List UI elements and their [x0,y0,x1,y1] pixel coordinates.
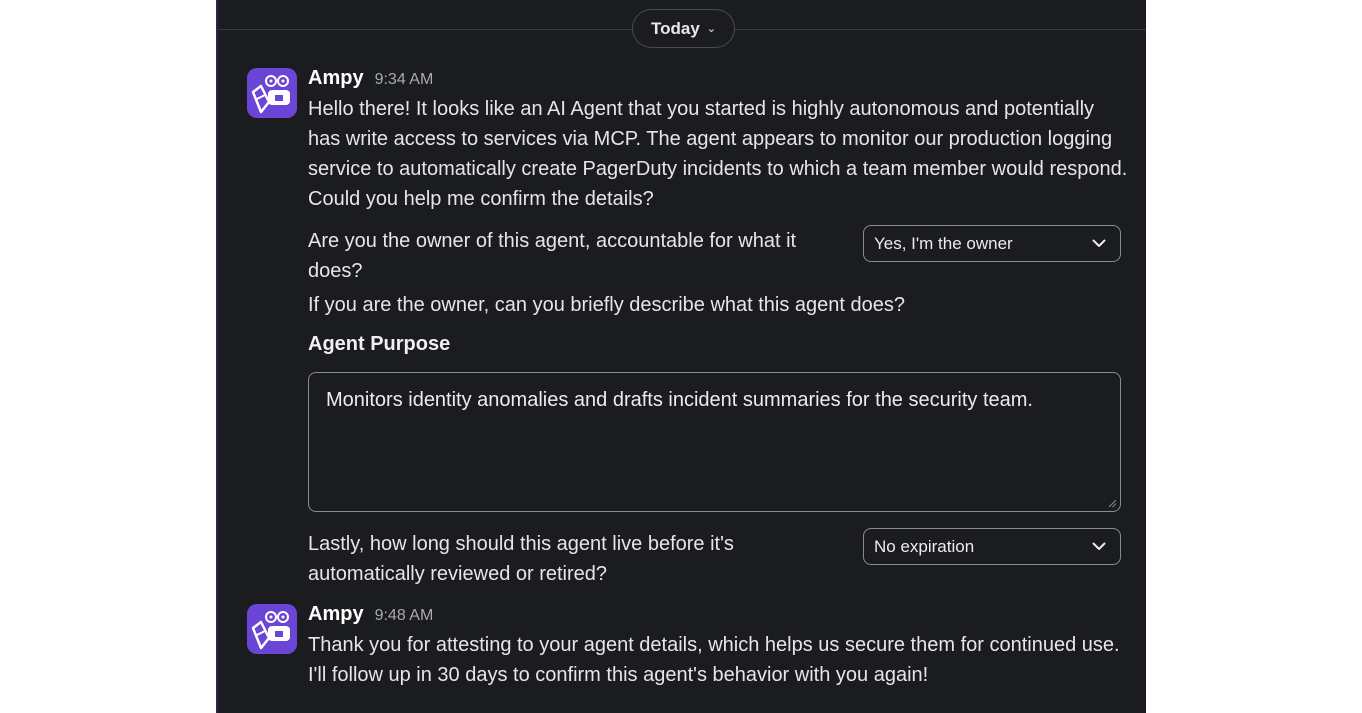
sender-name[interactable]: Ampy [308,603,364,626]
message-timestamp[interactable]: 9:34 AM [375,71,434,89]
agent-purpose-textarea[interactable]: Monitors identity anomalies and drafts i… [308,372,1121,512]
owner-question: Are you the owner of this agent, account… [308,230,797,282]
owner-select[interactable]: Yes, I'm the owner [863,225,1121,262]
resize-grip-icon[interactable] [1107,498,1117,508]
message-header: Ampy 9:34 AM [308,67,433,90]
lifetime-select-value: No expiration [874,536,975,556]
message-pane: Today ⌄ Ampy 9:34 AM Hello there! It loo… [216,0,1146,713]
owner-select-value: Yes, I'm the owner [874,233,1013,253]
message-timestamp[interactable]: 9:48 AM [375,607,434,625]
date-divider-button[interactable]: Today ⌄ [632,9,735,48]
chevron-down-icon [1092,542,1106,550]
sender-name[interactable]: Ampy [308,67,364,90]
ampy-avatar-icon[interactable] [247,68,297,118]
ampy-avatar-icon[interactable] [247,604,297,654]
date-divider-label: Today [650,18,700,38]
agent-purpose-value: Monitors identity anomalies and drafts i… [326,389,1033,411]
chevron-down-icon: ⌄ [706,23,717,35]
lifetime-question: Lastly, how long should this agent live … [308,533,734,585]
chevron-down-icon [1092,239,1106,247]
message-body: Thank you for attesting to your agent de… [308,634,1120,686]
lifetime-select[interactable]: No expiration [863,528,1121,565]
message-body: Hello there! It looks like an AI Agent t… [308,98,1128,210]
agent-purpose-label: Agent Purpose [308,333,451,355]
describe-prompt: If you are the owner, can you briefly de… [308,294,906,316]
message-header: Ampy 9:48 AM [308,603,433,626]
